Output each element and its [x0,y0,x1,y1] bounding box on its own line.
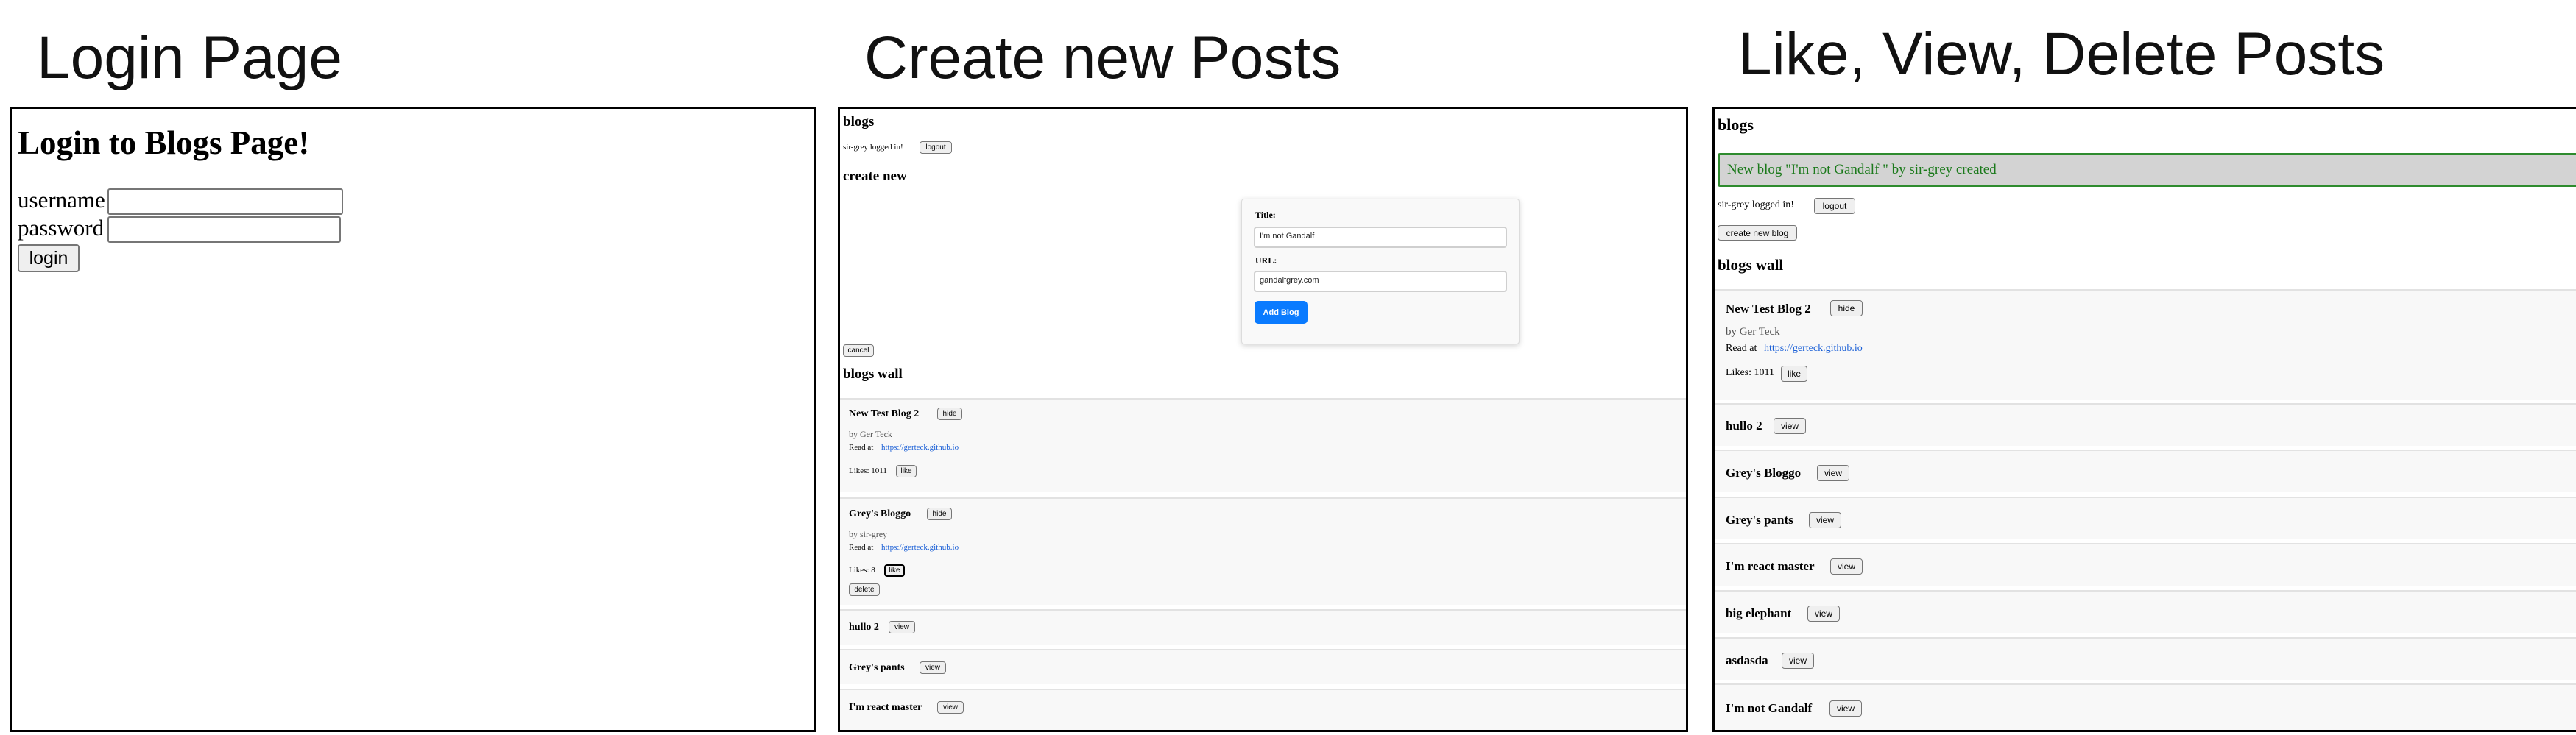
password-label: password [18,215,105,241]
likes-count: Likes: 1011 [849,466,887,475]
like-view-delete-panel: blogs New blog "I'm not Gandalf " by sir… [1712,107,2576,732]
blogs-title: blogs [843,114,875,129]
like-button[interactable]: like [884,564,905,577]
blog-card: I'm react master view [840,689,1686,730]
blog-author: by sir-grey [849,529,888,539]
create-panel: blogs sir-grey logged in! logout create … [838,107,1688,732]
view-button[interactable]: view [1829,700,1862,717]
blog-title: New Test Blog 2 [1726,302,1811,316]
url-label: URL: [1255,255,1277,266]
hide-button[interactable]: hide [937,408,962,420]
url-input[interactable]: gandalfgrey.com [1254,271,1507,292]
blogs-wall-heading: blogs wall [843,366,903,382]
blog-author: by Ger Teck [1726,326,1780,338]
create-new-blog-button[interactable]: create new blog [1718,225,1797,241]
blog-title: Grey's pants [849,662,905,673]
read-at-label: Read at [1726,343,1757,354]
view-button[interactable]: view [920,661,946,674]
logged-in-text: sir-grey logged in! [843,143,903,152]
likes-count: Likes: 1011 [1726,367,1774,378]
like-button[interactable]: like [1781,366,1807,382]
login-panel: Login to Blogs Page! username password l… [10,107,816,732]
blog-card: Grey's pants view [840,649,1686,684]
blog-title: Grey's Bloggo [1726,466,1802,480]
logged-in-text: sir-grey logged in! [1718,199,1794,210]
blog-card: hullo 2 view [840,609,1686,645]
notification-banner: New blog "I'm not Gandalf " by sir-grey … [1718,153,2576,187]
view-button[interactable]: view [1809,512,1841,528]
blog-card: New Test Blog 2 hide by Ger Teck Read at… [1715,289,2576,400]
blog-card: I'm not Gandalf view [1715,683,2576,730]
read-at-label: Read at [849,443,874,452]
blog-title: New Test Blog 2 [849,408,920,419]
caption-login-page: Login Page [37,24,342,91]
like-button[interactable]: like [896,465,917,477]
username-label: username [18,187,105,213]
hide-button[interactable]: hide [927,508,952,520]
blog-title: I'm react master [849,702,922,713]
blogs-title: blogs [1718,116,1754,134]
title-input[interactable]: I'm not Gandalf [1254,227,1507,248]
likes-count: Likes: 8 [849,566,875,575]
blog-card: Grey's Bloggo hide by sir-grey Read at h… [840,497,1686,605]
blog-title: I'm not Gandalf [1726,701,1813,715]
blog-card: hullo 2 view [1715,403,2576,446]
view-button[interactable]: view [1807,606,1840,622]
delete-button[interactable]: delete [849,583,880,596]
caption-like-view-delete: Like, View, Delete Posts [1738,21,2385,88]
blog-card: Grey's Bloggo view [1715,450,2576,492]
cancel-button[interactable]: cancel [843,344,874,357]
add-blog-button[interactable]: Add Blog [1255,301,1308,324]
login-heading: Login to Blogs Page! [18,124,310,161]
view-button[interactable]: view [937,701,964,714]
create-new-heading: create new [843,168,907,184]
username-input[interactable] [107,188,343,215]
blog-title: hullo 2 [849,622,879,633]
blog-url-link[interactable]: https://gerteck.github.io [881,443,959,452]
blog-card: big elephant view [1715,590,2576,633]
title-label: Title: [1255,210,1276,220]
blog-title: hullo 2 [1726,419,1762,433]
blog-url-link[interactable]: https://gerteck.github.io [1764,343,1863,355]
blog-author: by Ger Teck [849,429,892,439]
blogs-wall-heading: blogs wall [1718,256,1784,274]
caption-create-posts: Create new Posts [864,24,1341,91]
blog-card: Grey's pants view [1715,497,2576,539]
view-button[interactable]: view [1830,558,1863,575]
password-input[interactable] [107,216,341,243]
blog-title: Grey's Bloggo [849,508,911,519]
create-blog-form: Title: I'm not Gandalf URL: gandalfgrey.… [1241,199,1520,344]
read-at-label: Read at [849,543,874,552]
view-button[interactable]: view [889,621,915,633]
blog-title: asdasda [1726,653,1768,667]
logout-button[interactable]: logout [1814,198,1855,214]
blog-url-link[interactable]: https://gerteck.github.io [881,543,959,552]
blog-card: asdasda view [1715,637,2576,680]
hide-button[interactable]: hide [1830,300,1863,316]
view-button[interactable]: view [1817,465,1849,481]
blog-card: I'm react master view [1715,543,2576,586]
view-button[interactable]: view [1782,653,1814,669]
blog-title: Grey's pants [1726,513,1793,527]
logout-button[interactable]: logout [920,141,952,154]
blog-title: big elephant [1726,606,1792,620]
blog-title: I'm react master [1726,559,1815,573]
blog-card: New Test Blog 2 hide by Ger Teck Read at… [840,398,1686,492]
view-button[interactable]: view [1774,418,1806,434]
login-button[interactable]: login [18,244,80,272]
